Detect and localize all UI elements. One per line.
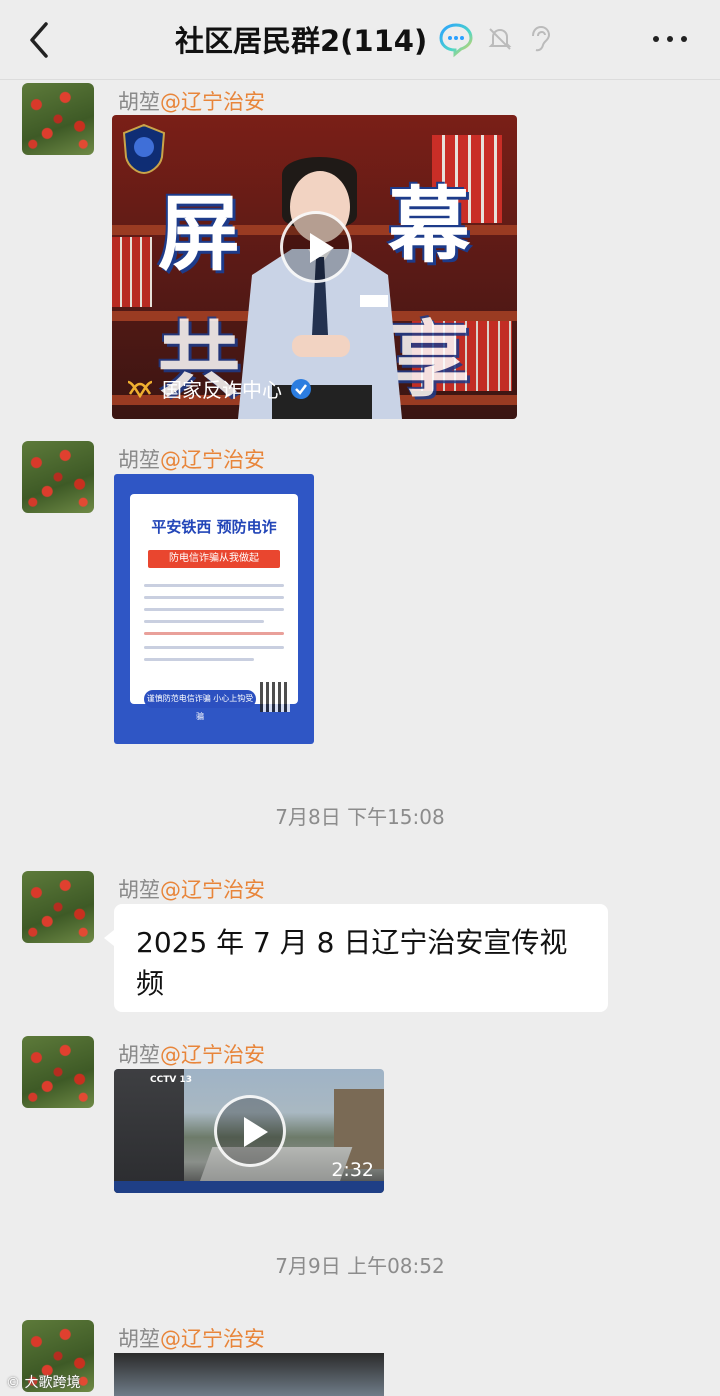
verified-icon xyxy=(291,378,311,399)
video-caption-text: 国家反诈中心 xyxy=(162,378,282,402)
more-options-icon[interactable] xyxy=(648,24,692,54)
poster-text-line xyxy=(144,632,284,635)
watermark-text: 大歌跨境 xyxy=(24,1375,81,1391)
sender-name-text: 胡堃 xyxy=(118,1043,160,1067)
poster-text-line xyxy=(144,658,254,661)
poster-text-line xyxy=(144,608,284,611)
screen-char: 屏 xyxy=(158,187,241,282)
sender-tag: @辽宁治安 xyxy=(160,1327,265,1351)
play-icon[interactable] xyxy=(214,1095,286,1167)
poster-text-line xyxy=(144,584,284,587)
sender-tag: @辽宁治安 xyxy=(160,90,265,114)
sender-name: 胡堃@辽宁治安 xyxy=(118,86,265,116)
video-duration: 2:32 xyxy=(331,1159,374,1181)
video-message[interactable]: 屏 幕 共 享 国家反诈中心 xyxy=(112,115,517,419)
sender-name: 胡堃@辽宁治安 xyxy=(118,1323,265,1353)
sender-tag: @辽宁治安 xyxy=(160,878,265,902)
anti-fraud-badge-icon xyxy=(122,123,166,175)
chat-title-group: 社区居民群2(114) xyxy=(175,18,553,60)
message-text: 2025 年 7 月 8 日辽宁治安宣传视频 xyxy=(136,926,568,1000)
watermark-icon: © xyxy=(6,1375,20,1391)
watermark: © 大歌跨境 xyxy=(6,1372,80,1392)
back-arrow-icon[interactable] xyxy=(22,18,62,62)
image-message[interactable]: 平安铁西 预防电诈 防电信诈骗从我做起 谨慎防范电信诈骗 小心上钩受骗 xyxy=(114,474,314,744)
qr-code-icon xyxy=(260,682,290,712)
chat-header: 社区居民群2(114) xyxy=(0,0,720,80)
avatar[interactable] xyxy=(22,1036,94,1108)
sender-name: 胡堃@辽宁治安 xyxy=(118,444,265,474)
poster-title: 平安铁西 预防电诈 xyxy=(151,518,277,536)
ai-chat-icon[interactable] xyxy=(437,20,475,58)
play-icon[interactable] xyxy=(280,211,352,283)
chat-title: 社区居民群2(114) xyxy=(175,24,428,58)
poster-text-line xyxy=(144,596,284,599)
text-message-bubble[interactable]: 2025 年 7 月 8 日辽宁治安宣传视频 xyxy=(104,904,608,1012)
channel-logo-icon xyxy=(127,380,153,398)
ear-icon xyxy=(532,25,551,52)
sender-name-text: 胡堃 xyxy=(118,1327,160,1351)
mute-bell-icon xyxy=(488,28,512,50)
channel-logo: CCTV 13 xyxy=(150,1075,192,1085)
video-scene-wall xyxy=(114,1069,184,1193)
poster-text-line xyxy=(144,646,284,649)
avatar[interactable] xyxy=(22,83,94,155)
sender-name-text: 胡堃 xyxy=(118,448,160,472)
news-ticker xyxy=(114,1181,384,1193)
sender-name-text: 胡堃 xyxy=(118,878,160,902)
poster-band: 防电信诈骗从我做起 xyxy=(148,550,280,568)
avatar[interactable] xyxy=(22,441,94,513)
sender-tag: @辽宁治安 xyxy=(160,448,265,472)
video-caption: 国家反诈中心 xyxy=(126,374,312,403)
sender-name-text: 胡堃 xyxy=(118,90,160,114)
sender-name: 胡堃@辽宁治安 xyxy=(118,1039,265,1069)
books xyxy=(112,237,152,307)
sender-tag: @辽宁治安 xyxy=(160,1043,265,1067)
avatar[interactable] xyxy=(22,871,94,943)
timestamp: 7月9日 上午08:52 xyxy=(275,1254,445,1278)
poster-text-line xyxy=(144,620,264,623)
timestamp: 7月8日 下午15:08 xyxy=(275,805,445,829)
sender-name: 胡堃@辽宁治安 xyxy=(118,874,265,904)
poster-foot: 谨慎防范电信诈骗 小心上钩受骗 xyxy=(144,690,256,721)
video-message[interactable] xyxy=(114,1353,384,1396)
video-message[interactable]: CCTV 13 2:32 xyxy=(114,1069,384,1193)
